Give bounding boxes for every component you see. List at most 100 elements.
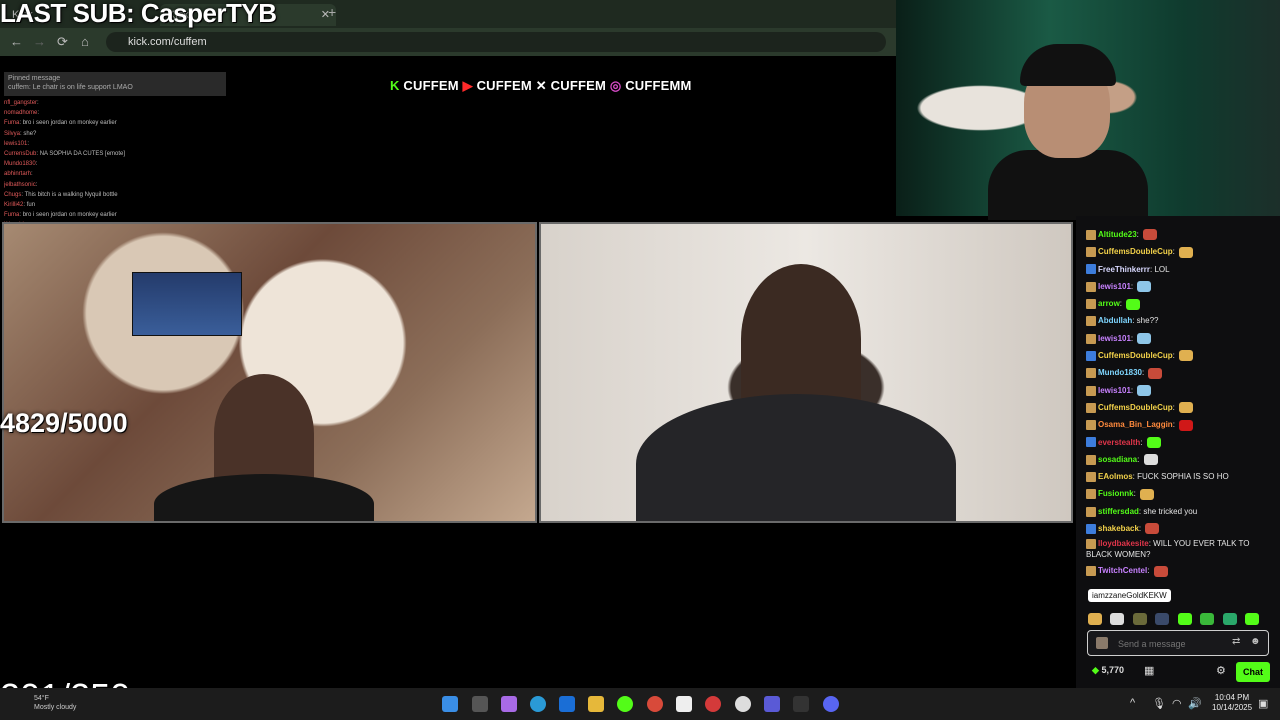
chat-username[interactable]: CuffemsDoubleCup [1098, 247, 1173, 256]
chat-username[interactable]: TwitchCentel [1098, 566, 1147, 575]
file-explorer-icon[interactable] [588, 696, 604, 712]
windows-start-icon[interactable] [442, 696, 458, 712]
chat-username[interactable]: sosadiana [1098, 455, 1137, 464]
overlay-chat-colon: : [37, 110, 40, 117]
wifi-icon[interactable]: ◠ [1172, 697, 1182, 710]
notification-icon[interactable]: ▣ [1258, 697, 1268, 710]
chat-message-list[interactable]: Altitude23: CuffemsDoubleCup: FreeThinke… [1086, 226, 1272, 580]
chat-username[interactable]: lewis101 [1098, 282, 1131, 291]
left-video-feed [2, 222, 537, 523]
forward-icon[interactable]: → [33, 34, 46, 49]
overlay-chat-user: Chugs [4, 191, 22, 198]
chat-message: sosadiana: [1086, 451, 1272, 468]
chat-username[interactable]: lewis101 [1098, 334, 1131, 343]
send-chat-button[interactable]: Chat [1236, 662, 1270, 682]
chat-colon: : [1136, 230, 1142, 239]
outlook-icon[interactable] [559, 696, 575, 712]
overlay-chat-text: bro i seen jordan on monkey earlier [22, 212, 117, 219]
emote-button[interactable] [1088, 613, 1102, 625]
emote-button[interactable] [1200, 613, 1215, 625]
streamer-headphones [1020, 44, 1116, 86]
emote-icon [1145, 523, 1160, 535]
badge-icon [1086, 350, 1096, 361]
emote-icon [1179, 246, 1194, 258]
chat-message: stiffersdad: she tricked you [1086, 503, 1272, 520]
pinned-title: Pinned message [8, 75, 61, 82]
app-icon[interactable] [793, 696, 809, 712]
edge-icon[interactable] [530, 696, 546, 712]
gear-icon[interactable]: ⚙ [1216, 664, 1226, 677]
microphone-icon[interactable]: 🎙 [1152, 697, 1166, 710]
emote-bar[interactable] [1088, 612, 1270, 643]
chat-message: Osama_Bin_Laggin: [1086, 416, 1272, 433]
copilot-icon[interactable] [501, 696, 517, 712]
emoji-icon[interactable]: ☻ [1250, 636, 1261, 647]
settings-app-icon[interactable] [705, 696, 721, 712]
chat-username[interactable]: lewis101 [1098, 386, 1131, 395]
streamer-body [988, 150, 1148, 220]
chat-username[interactable]: CuffemsDoubleCup [1098, 351, 1173, 360]
address-bar-row: ← → ⟳ ⌂ kick.com/cuffem [0, 28, 896, 56]
task-view-icon[interactable] [472, 696, 488, 712]
app-icon[interactable] [735, 696, 751, 712]
badge-icon [1086, 454, 1096, 465]
translate-icon[interactable]: ⇄ [1232, 636, 1240, 647]
emote-button[interactable] [1110, 613, 1125, 625]
url-field[interactable]: kick.com/cuffem [106, 32, 886, 52]
system-clock[interactable]: 10:04 PM 10/14/2025 [1212, 693, 1252, 713]
chat-message: EAolmos: FUCK SOPHIA IS SO HO [1086, 468, 1272, 485]
chat-username[interactable]: Osama_Bin_Laggin [1098, 420, 1173, 429]
chat-username[interactable]: arrow [1098, 299, 1120, 308]
chat-input[interactable] [1116, 635, 1230, 653]
person-body [154, 474, 374, 521]
pinned-text: cuffem: Le chatr is on life support LMAO [8, 84, 133, 91]
chat-colon: : [1130, 281, 1136, 291]
chevron-up-icon[interactable]: ^ [1130, 697, 1135, 709]
reload-icon[interactable]: ⟳ [57, 34, 68, 50]
chat-username[interactable]: Mundo1830 [1098, 368, 1142, 377]
chat-username[interactable]: shakeback [1098, 524, 1139, 533]
emote-icon [1126, 298, 1141, 310]
streamer-webcam [896, 0, 1280, 220]
badge-icon [1086, 523, 1096, 534]
weather-widget[interactable]: 54°F Mostly cloudy [34, 694, 76, 712]
channel-points[interactable]: ◆ 5,770 [1092, 665, 1124, 676]
teams-icon[interactable] [764, 696, 780, 712]
chat-username[interactable]: Altitude23 [1098, 230, 1137, 239]
chat-username[interactable]: EAolmos [1098, 472, 1133, 481]
overlay-chat-line: Fuma: bro i seen jordan on monkey earlie… [4, 118, 234, 128]
chat-username[interactable]: CuffemsDoubleCup [1098, 403, 1173, 412]
calendar-icon[interactable]: ▦ [1144, 664, 1154, 677]
emote-button[interactable] [1222, 613, 1237, 625]
discord-icon[interactable] [823, 696, 839, 712]
xbox-icon[interactable] [617, 696, 633, 712]
back-icon[interactable]: ← [10, 34, 23, 49]
overlay-chat-line: Kirilli42: fun [4, 200, 234, 210]
store-icon[interactable] [676, 696, 692, 712]
last-sub-overlay: LAST SUB: CasperTYB [0, 0, 277, 28]
overlay-chat-colon: : [35, 161, 38, 168]
emote-button[interactable] [1245, 613, 1260, 625]
chat-username[interactable]: FreeThinkerrr [1098, 265, 1150, 274]
chat-text: FUCK SOPHIA IS SO HO [1137, 472, 1229, 482]
chat-message: Abdullah: she?? [1086, 312, 1272, 329]
emote-button[interactable] [1177, 613, 1192, 625]
emote-button[interactable] [1132, 613, 1147, 625]
badge-icon [1086, 420, 1096, 431]
emote-icon [1179, 350, 1194, 362]
chrome-icon[interactable] [647, 696, 663, 712]
chat-username[interactable]: Abdullah [1098, 316, 1132, 325]
overlay-chat-line: abhinrtarh: [4, 169, 234, 179]
emote-button[interactable] [1155, 613, 1170, 625]
overlay-chat-line: jelbathsonic: [4, 180, 234, 190]
badge-icon [1086, 229, 1096, 240]
chat-username[interactable]: stiffersdad [1098, 507, 1139, 516]
chat-username[interactable]: lloydbakesite [1098, 539, 1149, 548]
new-tab-icon[interactable]: + [328, 4, 336, 20]
chat-username[interactable]: everstealth [1098, 438, 1140, 447]
home-icon[interactable]: ⌂ [81, 34, 89, 49]
taskbar: 54°F Mostly cloudy ^ 🎙 ◠ 🔊 10:04 PM 10/1… [0, 688, 1280, 720]
volume-icon[interactable]: 🔊 [1188, 697, 1202, 710]
chat-input-box[interactable]: ⇄ ☻ [1087, 630, 1269, 656]
chat-username[interactable]: Fusionnk [1098, 489, 1134, 498]
